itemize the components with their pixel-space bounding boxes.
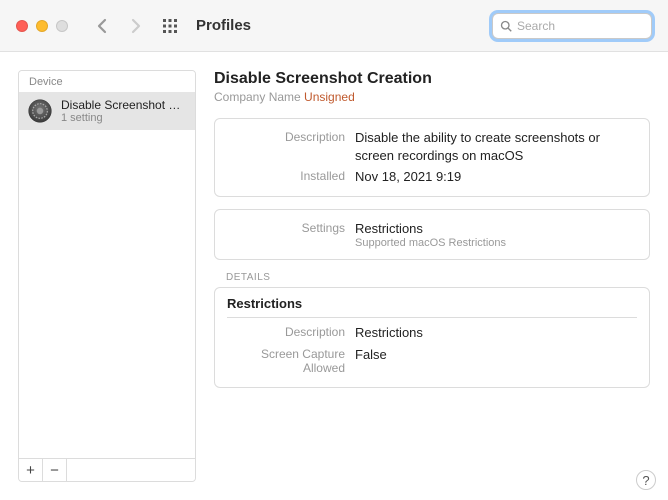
profile-item-name: Disable Screenshot C...: [61, 98, 187, 112]
profile-icon: [27, 98, 53, 124]
info-box: Description Disable the ability to creat…: [214, 118, 650, 197]
description-label: Description: [227, 129, 345, 144]
installed-label: Installed: [227, 168, 345, 183]
profile-item-text: Disable Screenshot C... 1 setting: [61, 98, 187, 124]
details-box: Restrictions Description Restrictions Sc…: [214, 287, 650, 388]
settings-box: Settings Restrictions Supported macOS Re…: [214, 209, 650, 261]
details-header: DETAILS: [214, 272, 650, 287]
signed-status: Unsigned: [304, 90, 355, 104]
settings-label: Settings: [227, 220, 345, 235]
profiles-window: Profiles Device Disable Screenshot C... …: [0, 0, 668, 500]
show-all-button[interactable]: [162, 18, 178, 34]
details-title: Restrictions: [227, 296, 637, 318]
zoom-window-button[interactable]: [56, 20, 68, 32]
sidebar-footer: + −: [19, 458, 195, 481]
content-area: Device Disable Screenshot C... 1 setting…: [0, 52, 668, 500]
traffic-lights: [16, 20, 68, 32]
add-profile-button[interactable]: +: [19, 459, 43, 481]
main-pane: Disable Screenshot Creation Company Name…: [214, 70, 650, 482]
settings-values: Restrictions Supported macOS Restriction…: [355, 220, 506, 250]
sidebar-footer-spacer: [67, 459, 195, 481]
info-row-description: Description Disable the ability to creat…: [227, 129, 637, 164]
remove-profile-button[interactable]: −: [43, 459, 67, 481]
back-button[interactable]: [94, 17, 110, 35]
search-field[interactable]: [492, 13, 652, 39]
settings-value: Restrictions: [355, 220, 506, 238]
details-row: Screen Capture Allowed False: [227, 346, 637, 375]
details-row-value: False: [355, 346, 387, 364]
profile-subtitle: Company Name Unsigned: [214, 90, 650, 104]
details-row: Description Restrictions: [227, 324, 637, 342]
profile-list-item[interactable]: Disable Screenshot C... 1 setting: [19, 92, 195, 130]
minimize-window-button[interactable]: [36, 20, 48, 32]
profile-item-subtitle: 1 setting: [61, 112, 187, 124]
forward-button[interactable]: [128, 17, 144, 35]
info-row-installed: Installed Nov 18, 2021 9:19: [227, 168, 637, 186]
toolbar: Profiles: [0, 0, 668, 52]
settings-row: Settings Restrictions Supported macOS Re…: [227, 220, 637, 250]
sidebar-header: Device: [19, 71, 195, 92]
profile-title: Disable Screenshot Creation: [214, 70, 650, 88]
close-window-button[interactable]: [16, 20, 28, 32]
sidebar: Device Disable Screenshot C... 1 setting…: [18, 70, 196, 482]
details-row-label: Description: [227, 324, 345, 339]
search-icon: [500, 20, 512, 32]
company-name: Company Name: [214, 90, 304, 104]
details-row-value: Restrictions: [355, 324, 423, 342]
installed-value: Nov 18, 2021 9:19: [355, 168, 461, 186]
window-title: Profiles: [196, 17, 251, 34]
details-row-label: Screen Capture Allowed: [227, 346, 345, 375]
help-button[interactable]: ?: [636, 470, 656, 490]
search-input[interactable]: [517, 19, 644, 33]
description-value: Disable the ability to create screenshot…: [355, 129, 637, 164]
profile-list: Disable Screenshot C... 1 setting: [19, 92, 195, 458]
settings-subvalue: Supported macOS Restrictions: [355, 237, 506, 249]
